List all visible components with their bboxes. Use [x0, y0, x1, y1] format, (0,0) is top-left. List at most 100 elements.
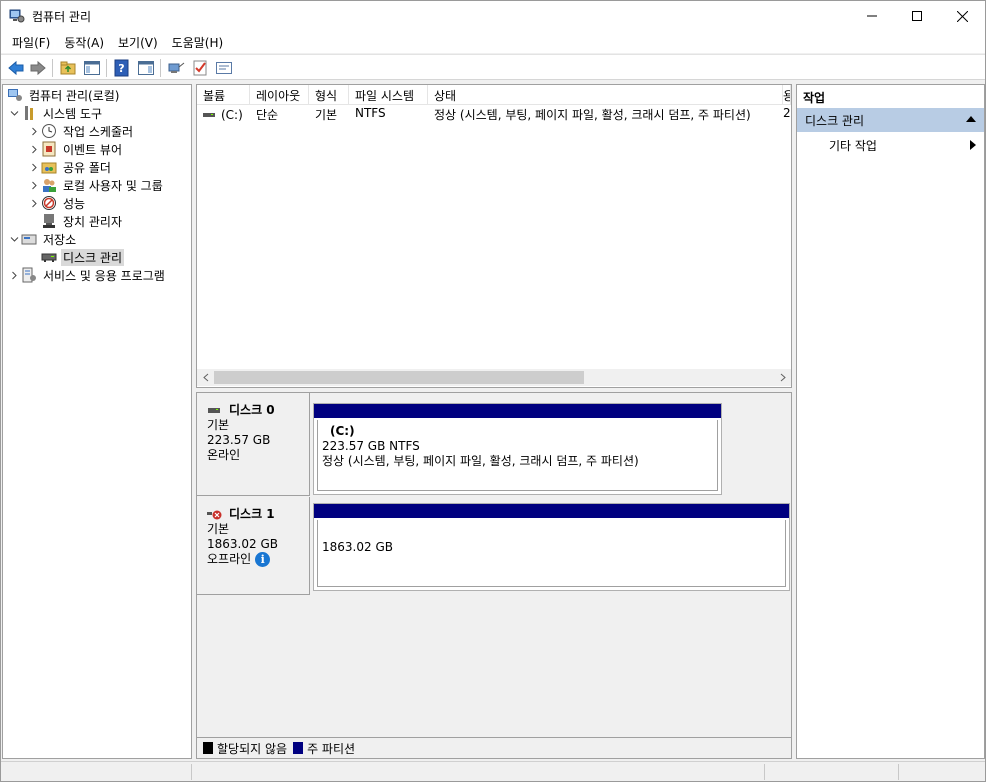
legend-swatch-unallocated [203, 742, 213, 754]
disk-1-type: 기본 [207, 522, 230, 536]
expand-chevron-icon[interactable] [27, 196, 41, 210]
disk-graphical-view: 디스크 0 기본 223.57 GB 온라인 (C:) 223.57 GB NT… [196, 392, 792, 759]
tree-item-event-viewer[interactable]: 이벤트 뷰어 [27, 140, 124, 158]
disk-0-label: 디스크 0 [207, 403, 309, 418]
scroll-left-icon[interactable] [197, 369, 214, 386]
show-action-pane-icon[interactable] [137, 59, 155, 77]
svg-text:?: ? [118, 62, 124, 75]
show-hide-tree-icon[interactable] [83, 59, 101, 77]
disk-1-state-row: 오프라인 i [207, 552, 309, 567]
volume-name: (C:) [221, 108, 243, 122]
scrollbar-thumb[interactable] [214, 371, 584, 384]
expand-chevron-icon[interactable] [27, 124, 41, 138]
disk-1-state: 오프라인 [207, 552, 252, 566]
tree-item-performance[interactable]: 성능 [27, 194, 87, 212]
collapse-chevron-icon[interactable] [7, 232, 21, 246]
disk-online-icon [208, 407, 220, 413]
tree-item-task-scheduler[interactable]: 작업 스케줄러 [27, 122, 135, 140]
back-arrow-icon[interactable] [7, 59, 25, 77]
tree-label-system-tools: 시스템 도구 [43, 106, 103, 121]
title-bar: 컴퓨터 관리 [1, 1, 985, 31]
expand-chevron-icon[interactable] [27, 142, 41, 156]
tree-label-storage: 저장소 [43, 232, 77, 247]
forward-arrow-icon[interactable] [29, 59, 47, 77]
tree-label-root: 컴퓨터 관리(로컬) [29, 88, 120, 103]
services-icon [22, 267, 36, 283]
volume-list-header: 볼륨 레이아웃 형식 파일 시스템 상태 용 [197, 85, 791, 105]
navigation-tree: 컴퓨터 관리(로컬) 시스템 도구 작업 스케줄러 이벤트 뷰어 공유 폴더 로… [2, 84, 192, 759]
menu-action[interactable]: 동작(A) [57, 31, 111, 53]
column-header-layout[interactable]: 레이아웃 [250, 85, 309, 105]
column-header-type[interactable]: 형식 [309, 85, 349, 105]
disk-0-partition-map: (C:) 223.57 GB NTFS 정상 (시스템, 부팅, 페이지 파일,… [313, 403, 722, 495]
up-folder-icon[interactable] [59, 59, 77, 77]
submenu-arrow-icon [970, 140, 976, 150]
tree-item-system-tools[interactable]: 시스템 도구 [7, 104, 104, 122]
legend: 할당되지 않음 주 파티션 [197, 737, 791, 758]
tools-icon [25, 106, 33, 120]
toolbar: ? [1, 54, 985, 80]
tree-label-shared-folders: 공유 폴더 [63, 160, 111, 175]
actions-section-disk-management[interactable]: 디스크 관리 [797, 108, 984, 132]
scroll-right-icon[interactable] [774, 369, 791, 386]
disk-0-info[interactable]: 디스크 0 기본 223.57 GB 온라인 [197, 393, 310, 496]
disk-drive-icon [41, 253, 57, 262]
column-header-filesystem[interactable]: 파일 시스템 [349, 85, 428, 105]
cell-volume: (C:) [197, 106, 250, 124]
column-header-capacity[interactable]: 용 [783, 85, 791, 105]
column-header-status[interactable]: 상태 [428, 85, 783, 105]
close-button[interactable] [939, 1, 985, 31]
expand-chevron-icon[interactable] [27, 160, 41, 174]
menu-bar: 파일(F) 동작(A) 보기(V) 도움말(H) [1, 31, 985, 53]
computer-management-icon [8, 89, 22, 101]
tree-item-root[interactable]: 컴퓨터 관리(로컬) [7, 86, 121, 104]
maximize-button[interactable] [894, 1, 940, 31]
minimize-button[interactable] [849, 1, 895, 31]
disk-1-partition[interactable]: 1863.02 GB [317, 520, 786, 587]
performance-icon [42, 196, 56, 210]
legend-swatch-primary [293, 742, 304, 754]
disk-0-size: 223.57 GB [207, 433, 271, 447]
expand-chevron-icon[interactable] [7, 268, 21, 282]
disk-1-info[interactable]: 디스크 1 기본 1863.02 GB 오프라인 i [197, 497, 310, 595]
more-actions-label: 기타 작업 [829, 139, 877, 153]
tree-item-services[interactable]: 서비스 및 응용 프로그램 [7, 266, 167, 284]
status-bar [1, 761, 985, 781]
checklist-icon[interactable] [191, 59, 209, 77]
tree-item-shared-folders[interactable]: 공유 폴더 [27, 158, 113, 176]
shared-folder-icon [41, 162, 57, 174]
expand-chevron-icon[interactable] [27, 178, 41, 192]
info-icon[interactable]: i [255, 552, 271, 567]
disk-1-partition-map: 1863.02 GB [313, 503, 790, 591]
computer-management-icon [9, 9, 25, 23]
partition-c[interactable]: (C:) 223.57 GB NTFS 정상 (시스템, 부팅, 페이지 파일,… [317, 420, 718, 491]
menu-file[interactable]: 파일(F) [5, 31, 57, 53]
tree-item-disk-management[interactable]: 디스크 관리 [41, 248, 125, 266]
cell-status: 정상 (시스템, 부팅, 페이지 파일, 활성, 크래시 덤프, 주 파티션) [434, 108, 751, 122]
cell-capacity: 22 [783, 106, 791, 120]
collapse-up-icon[interactable] [966, 116, 976, 122]
tree-item-storage[interactable]: 저장소 [7, 230, 78, 248]
properties-icon[interactable] [215, 59, 233, 77]
tree-label-device-manager: 장치 관리자 [63, 214, 123, 229]
tree-label-disk-management: 디스크 관리 [61, 248, 125, 266]
disk-1-partition-size: 1863.02 GB [322, 540, 393, 554]
computer-management-window: 컴퓨터 관리 파일(F) 동작(A) 보기(V) 도움말(H) ? 컴퓨터 관리… [0, 0, 986, 782]
disk-1-name: 디스크 1 [229, 507, 275, 521]
collapse-chevron-icon[interactable] [7, 106, 21, 120]
tree-label-task-scheduler: 작업 스케줄러 [63, 124, 134, 139]
menu-help[interactable]: 도움말(H) [165, 31, 231, 53]
table-row[interactable]: (C:) 단순 기본 NTFS 정상 (시스템, 부팅, 페이지 파일, 활성,… [197, 106, 791, 124]
horizontal-scrollbar[interactable] [197, 369, 791, 386]
more-actions-item[interactable]: 기타 작업 [797, 135, 984, 155]
primary-partition-bar [314, 504, 789, 518]
maximize-icon [912, 11, 922, 21]
tree-item-local-users[interactable]: 로컬 사용자 및 그룹 [27, 176, 165, 194]
column-header-volume[interactable]: 볼륨 [197, 85, 250, 105]
connect-icon[interactable] [167, 59, 185, 77]
help-icon[interactable]: ? [113, 59, 131, 77]
actions-pane: 작업 디스크 관리 기타 작업 [796, 84, 985, 759]
menu-view[interactable]: 보기(V) [111, 31, 165, 53]
clock-icon [42, 124, 56, 138]
tree-item-device-manager[interactable]: 장치 관리자 [41, 212, 124, 230]
